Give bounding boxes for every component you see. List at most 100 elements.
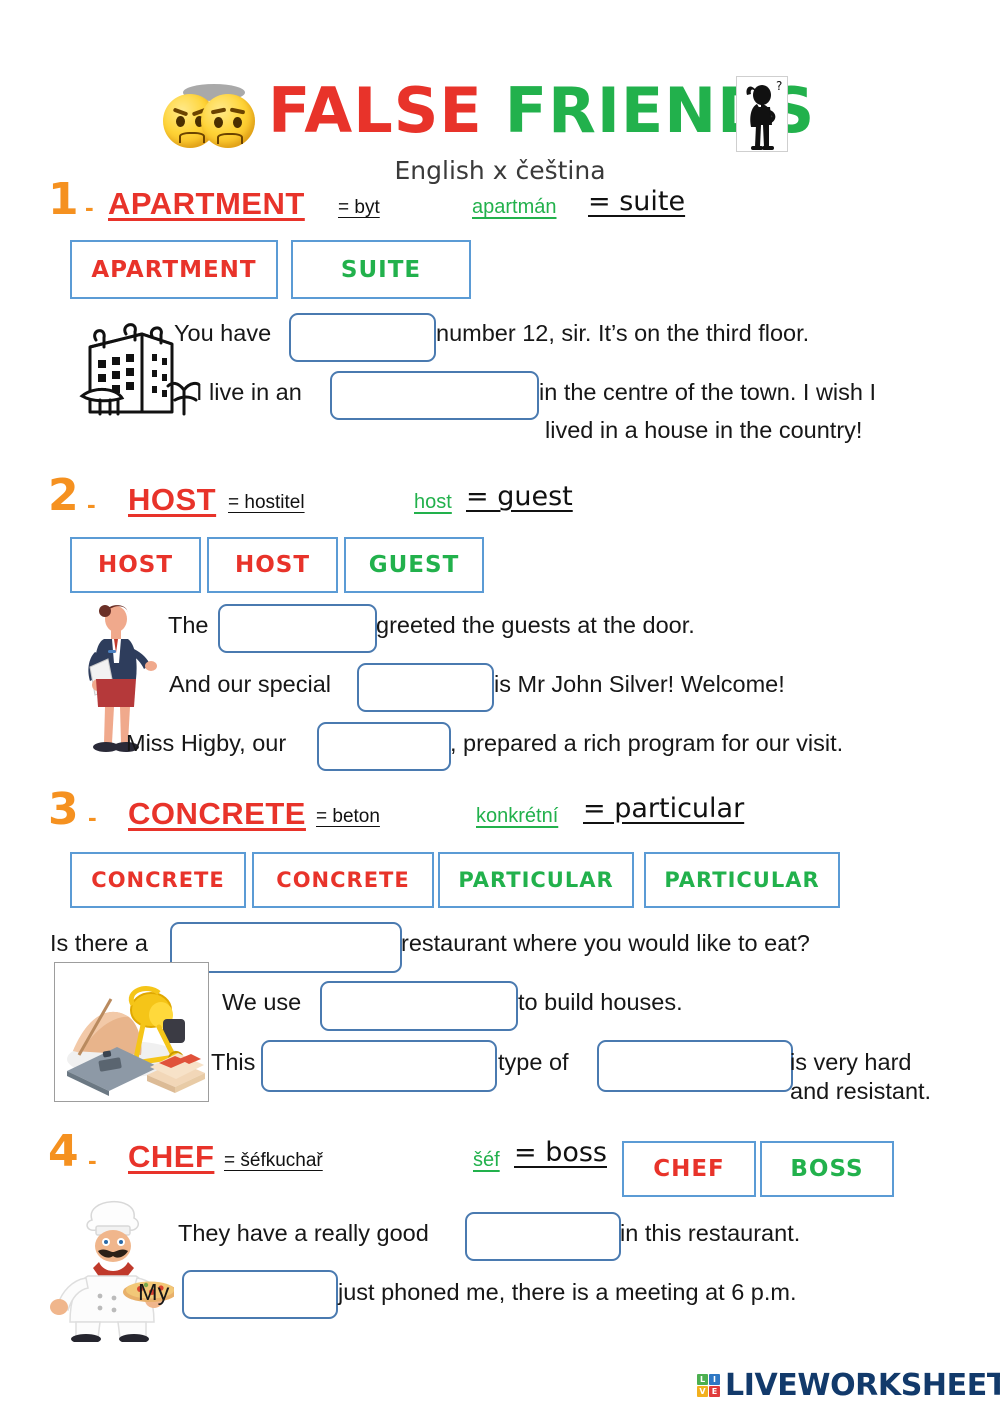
section-4-english-word: CHEF <box>128 1139 215 1174</box>
section-1-czech-word: apartmán <box>472 196 557 218</box>
section-3-english-word: CONCRETE <box>128 796 306 831</box>
answer-blank[interactable] <box>289 313 436 362</box>
sentence-text: restaurant where you would like to eat? <box>401 930 810 956</box>
section-2-number: 2 <box>48 470 79 521</box>
title-false: FALSE <box>268 74 483 147</box>
sentence-text: type of <box>498 1049 569 1075</box>
sentence-line: You have <box>174 320 271 347</box>
liveworksheets-logo[interactable]: L I V E LIVEWORKSHEETS <box>697 1368 1000 1403</box>
sentence-text: and resistant. <box>790 1078 932 1104</box>
section-3-czech-translation: = particular <box>583 793 745 824</box>
word-chip[interactable]: CONCRETE <box>252 852 434 908</box>
page-title: FALSE FRIENDS <box>268 74 815 147</box>
sentence-text: number 12, sir. It’s on the third floor. <box>436 320 810 346</box>
word-chip-label: HOST <box>97 552 174 578</box>
answer-blank[interactable] <box>182 1270 338 1319</box>
sentence-text: is very hard <box>790 1049 912 1075</box>
section-3-english-translation: = beton <box>316 806 380 827</box>
answer-blank[interactable] <box>330 371 539 420</box>
word-chip[interactable]: PARTICULAR <box>644 852 840 908</box>
svg-text:?: ? <box>776 79 782 93</box>
section-1-english-translation: = byt <box>338 197 380 218</box>
word-chip-label: CONCRETE <box>91 868 225 892</box>
sentence-text: just phoned me, there is a meeting at 6 … <box>338 1279 797 1305</box>
answer-blank[interactable] <box>597 1040 793 1092</box>
sentence-text: We use <box>222 989 302 1015</box>
sentence-text: , prepared a rich program for our visit. <box>450 730 844 756</box>
sentence-text: My <box>138 1279 170 1305</box>
logo-tile-e: E <box>709 1386 720 1397</box>
word-chip[interactable]: GUEST <box>344 537 484 593</box>
sentence-text: in the centre of the town. I wish I <box>539 379 877 405</box>
answer-blank[interactable] <box>317 722 451 771</box>
liveworksheets-brand-text: LIVEWORKSHEETS <box>725 1368 1000 1403</box>
sentence-text: The <box>168 612 209 638</box>
word-chip[interactable]: HOST <box>70 537 201 593</box>
section-3-czech-word: konkrétní <box>476 805 559 827</box>
word-chip[interactable]: BOSS <box>760 1141 894 1197</box>
answer-blank[interactable] <box>218 604 377 653</box>
word-chip-label: BOSS <box>790 1156 864 1182</box>
section-1-english-word: APARTMENT <box>108 186 305 221</box>
sentence-text: in this restaurant. <box>620 1220 801 1246</box>
liveworksheets-tiles-icon: L I V E <box>697 1374 720 1397</box>
logo-tile-letter: V <box>699 1387 706 1396</box>
word-chip[interactable]: SUITE <box>291 240 471 299</box>
section-1-dash: - <box>85 192 94 222</box>
section-4-english-translation: = šéfkuchař <box>224 1150 323 1171</box>
word-chip[interactable]: CHEF <box>622 1141 756 1197</box>
section-4-dash: - <box>88 1145 97 1175</box>
word-chip-label: SUITE <box>340 256 422 283</box>
cement-mixer-illustration <box>54 962 209 1102</box>
section-1-czech-translation: = suite <box>588 186 686 217</box>
logo-tile-letter: L <box>699 1375 706 1384</box>
sentence-text: You have <box>174 320 272 346</box>
section-2-dash: - <box>87 489 96 519</box>
section-4-czech-translation: = boss <box>514 1137 607 1168</box>
word-chip[interactable]: PARTICULAR <box>438 852 634 908</box>
word-chip-label: CONCRETE <box>276 868 410 892</box>
section-3-number: 3 <box>48 784 79 835</box>
word-chip-label: PARTICULAR <box>458 868 614 892</box>
section-4-czech-word: šéf <box>473 1149 500 1171</box>
annoyed-face-emoji <box>201 94 255 148</box>
sentence-text: greeted the guests at the door. <box>376 612 695 638</box>
worksheet-header: FALSE FRIENDS ? English x čeština <box>0 34 1000 185</box>
answer-blank[interactable] <box>320 981 518 1031</box>
worksheet-subtitle: English x čeština <box>394 156 606 185</box>
sentence-text: Is there a <box>50 930 148 956</box>
section-2-english-translation: = hostitel <box>228 492 305 513</box>
word-chip-label: APARTMENT <box>91 256 257 283</box>
logo-tile-l: L <box>697 1374 708 1385</box>
answer-blank[interactable] <box>465 1212 621 1261</box>
section-2-czech-word: host <box>414 491 452 513</box>
confused-person-icon: ? <box>736 76 788 152</box>
sentence-text: to build houses. <box>518 989 683 1015</box>
angry-faces-group <box>163 84 271 148</box>
sentence-text: Miss Higby, our <box>126 730 287 756</box>
answer-blank[interactable] <box>357 663 494 712</box>
section-4-number: 4 <box>48 1126 79 1177</box>
word-chip[interactable]: CONCRETE <box>70 852 246 908</box>
sentence-text: is Mr John Silver! Welcome! <box>494 671 785 697</box>
sentence-text: They have a really good <box>178 1220 429 1246</box>
section-1-number: 1 <box>48 174 79 225</box>
word-chip-label: PARTICULAR <box>664 868 820 892</box>
word-chip[interactable]: APARTMENT <box>70 240 278 299</box>
chef-with-pizza-illustration <box>42 1192 177 1344</box>
worksheet-page: FALSE FRIENDS ? English x čeština 1 - AP… <box>0 0 1000 1413</box>
sentence-text: This <box>211 1049 256 1075</box>
section-3-dash: - <box>88 802 97 832</box>
logo-tile-letter: I <box>713 1375 716 1384</box>
logo-tile-i: I <box>709 1374 720 1385</box>
word-chip-label: HOST <box>234 552 311 578</box>
logo-tile-letter: E <box>711 1387 718 1396</box>
answer-blank[interactable] <box>261 1040 497 1092</box>
word-chip-label: CHEF <box>653 1156 725 1182</box>
section-2-czech-translation: = guest <box>466 481 573 512</box>
sentence-text: lived in a house in the country! <box>545 417 863 443</box>
sentence-text: I live in an <box>196 379 302 405</box>
word-chip-label: GUEST <box>368 552 460 578</box>
word-chip[interactable]: HOST <box>207 537 338 593</box>
logo-tile-v: V <box>697 1386 708 1397</box>
